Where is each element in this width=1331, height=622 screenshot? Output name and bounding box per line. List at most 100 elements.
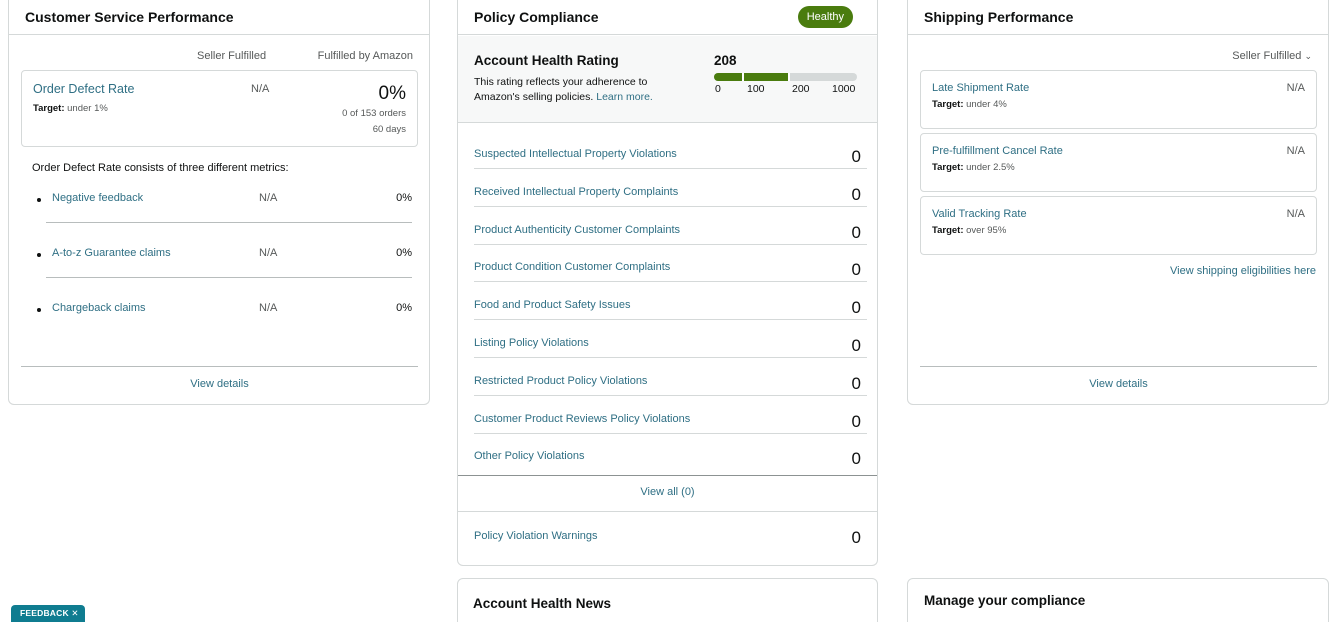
violation-count: 0 xyxy=(851,222,861,242)
ahr-progress-bar xyxy=(714,73,857,81)
scale-label: 100 xyxy=(747,83,765,95)
order-defect-rate-link[interactable]: Order Defect Rate xyxy=(33,82,134,96)
scale-label: 200 xyxy=(792,83,810,95)
chargeback-claims-link[interactable]: Chargeback claims xyxy=(52,302,146,314)
valid-tracking-rate-link[interactable]: Valid Tracking Rate xyxy=(932,208,1027,220)
policy-violation-link[interactable]: Suspected Intellectual Property Violatio… xyxy=(474,148,677,160)
sp-view-details-link[interactable]: View details xyxy=(920,366,1317,404)
odr-seller-value: N/A xyxy=(251,83,270,95)
policy-violation-link[interactable]: Restricted Product Policy Violations xyxy=(474,375,647,387)
warnings-count: 0 xyxy=(851,528,861,547)
news-title: Account Health News xyxy=(473,596,612,611)
policy-violation-link[interactable]: Other Policy Violations xyxy=(474,450,584,462)
policy-violation-row: Product Authenticity Customer Complaints… xyxy=(474,207,867,245)
metric-seller-value: N/A xyxy=(259,192,278,204)
ahr-description: This rating reflects your adherence to A… xyxy=(474,76,653,103)
policy-violation-row: Product Condition Customer Complaints 0 xyxy=(474,244,867,283)
violation-count: 0 xyxy=(851,336,861,355)
divider xyxy=(46,277,412,278)
policy-violation-row: Listing Policy Violations 0 xyxy=(474,320,867,358)
shipping-header: Shipping Performance xyxy=(908,0,1328,35)
late-shipment-rate-link[interactable]: Late Shipment Rate xyxy=(932,82,1029,94)
cancel-rate-link[interactable]: Pre-fulfillment Cancel Rate xyxy=(932,145,1063,157)
metric-row: Negative feedback N/A 0% xyxy=(37,192,412,217)
metric-seller-value: N/A xyxy=(259,247,278,259)
learn-more-link[interactable]: Learn more. xyxy=(596,91,653,103)
policy-violation-row: Food and Product Safety Issues 0 xyxy=(474,282,867,321)
account-health-news-card: Account Health News xyxy=(457,578,878,622)
policy-violation-row: Customer Product Reviews Policy Violatio… xyxy=(474,396,867,434)
scale-label: 0 xyxy=(715,83,721,95)
ahr-progress-fill xyxy=(714,73,790,81)
shipping-title: Shipping Performance xyxy=(924,8,1074,25)
metric-row: Chargeback claims N/A 0% xyxy=(37,302,412,327)
bullet xyxy=(37,253,41,257)
policy-warnings-row: Policy Violation Warnings 0 xyxy=(458,511,877,565)
feedback-button[interactable]: FEEDBACK ✕ xyxy=(11,605,85,622)
shipping-performance-card: Shipping Performance Seller Fulfilled ⌄ … xyxy=(907,0,1329,405)
violation-count: 0 xyxy=(851,449,861,469)
customer-service-card: Customer Service Performance Seller Fulf… xyxy=(8,0,430,405)
order-defect-rate-box: Order Defect Rate Target: under 1% N/A 0… xyxy=(21,70,418,147)
metric-value: N/A xyxy=(1286,208,1305,220)
policy-violation-row: Suspected Intellectual Property Violatio… xyxy=(474,131,867,169)
odr-period: 60 days xyxy=(372,124,406,135)
bar-tick xyxy=(742,73,744,81)
metric-fba-value: 0% xyxy=(396,302,412,314)
ahr-title: Account Health Rating xyxy=(474,53,619,68)
policy-compliance-card: Policy Compliance Healthy Account Health… xyxy=(457,0,878,566)
violation-count: 0 xyxy=(851,184,861,204)
bar-tick xyxy=(788,73,790,81)
metric-target: Target: over 95% xyxy=(932,225,1007,236)
metric-row: A-to-z Guarantee claims N/A 0% xyxy=(37,247,412,272)
odr-description: Order Defect Rate consists of three diff… xyxy=(32,162,289,174)
late-shipment-rate-box: Late Shipment Rate N/A Target: under 4% xyxy=(920,70,1317,129)
fulfillment-filter-dropdown[interactable]: Seller Fulfilled ⌄ xyxy=(1232,50,1312,62)
policy-header: Policy Compliance Healthy xyxy=(458,0,877,35)
policy-violation-row: Received Intellectual Property Complaint… xyxy=(474,169,867,207)
metric-seller-value: N/A xyxy=(259,302,278,314)
seller-fulfilled-column: Seller Fulfilled xyxy=(197,50,267,62)
view-all-link[interactable]: View all (0) xyxy=(458,475,877,511)
healthy-status-badge: Healthy xyxy=(797,5,853,28)
policy-violation-row: Restricted Product Policy Violations 0 xyxy=(474,358,867,396)
violation-count: 0 xyxy=(851,373,861,393)
odr-orders: 0 of 153 orders xyxy=(342,108,406,119)
manage-title: Manage your compliance xyxy=(924,593,1086,608)
metric-target: Target: under 2.5% xyxy=(932,162,1015,173)
policy-violation-link[interactable]: Received Intellectual Property Complaint… xyxy=(474,186,678,198)
manage-compliance-card: Manage your compliance xyxy=(907,578,1329,622)
cancel-rate-box: Pre-fulfillment Cancel Rate N/A Target: … xyxy=(920,133,1317,192)
policy-violation-link[interactable]: Product Condition Customer Complaints xyxy=(474,261,670,273)
fba-column: Fulfilled by Amazon xyxy=(317,50,413,62)
policy-title: Policy Compliance xyxy=(474,8,599,25)
odr-fba-value: 0% xyxy=(378,83,406,104)
violation-count: 0 xyxy=(851,298,861,318)
metric-target: Target: under 4% xyxy=(932,99,1007,110)
odr-target: Target: under 1% xyxy=(33,103,108,114)
cs-view-details-link[interactable]: View details xyxy=(21,366,418,404)
shipping-eligibilities-link[interactable]: View shipping eligibilities here xyxy=(1170,265,1316,277)
negative-feedback-link[interactable]: Negative feedback xyxy=(52,192,143,204)
account-health-rating-panel: Account Health Rating This rating reflec… xyxy=(458,36,877,123)
divider xyxy=(46,222,412,223)
ahr-value: 208 xyxy=(714,53,737,68)
bullet xyxy=(37,198,41,202)
policy-violation-link[interactable]: Customer Product Reviews Policy Violatio… xyxy=(474,413,690,425)
metric-value: N/A xyxy=(1286,82,1305,94)
violation-count: 0 xyxy=(851,147,861,166)
atoz-claims-link[interactable]: A-to-z Guarantee claims xyxy=(52,247,171,259)
violation-count: 0 xyxy=(851,411,861,431)
scale-label: 1000 xyxy=(832,83,856,95)
policy-violation-link[interactable]: Food and Product Safety Issues xyxy=(474,299,631,311)
policy-violation-link[interactable]: Product Authenticity Customer Complaints xyxy=(474,224,680,236)
policy-violation-row: Other Policy Violations 0 xyxy=(474,433,867,471)
bullet xyxy=(37,308,41,312)
close-icon[interactable]: ✕ xyxy=(71,608,78,618)
customer-service-header: Customer Service Performance xyxy=(9,0,429,35)
policy-violation-warnings-link[interactable]: Policy Violation Warnings xyxy=(474,530,598,542)
policy-violation-link[interactable]: Listing Policy Violations xyxy=(474,337,589,349)
customer-service-title: Customer Service Performance xyxy=(25,8,234,25)
metric-fba-value: 0% xyxy=(396,192,412,204)
valid-tracking-rate-box: Valid Tracking Rate N/A Target: over 95% xyxy=(920,196,1317,255)
